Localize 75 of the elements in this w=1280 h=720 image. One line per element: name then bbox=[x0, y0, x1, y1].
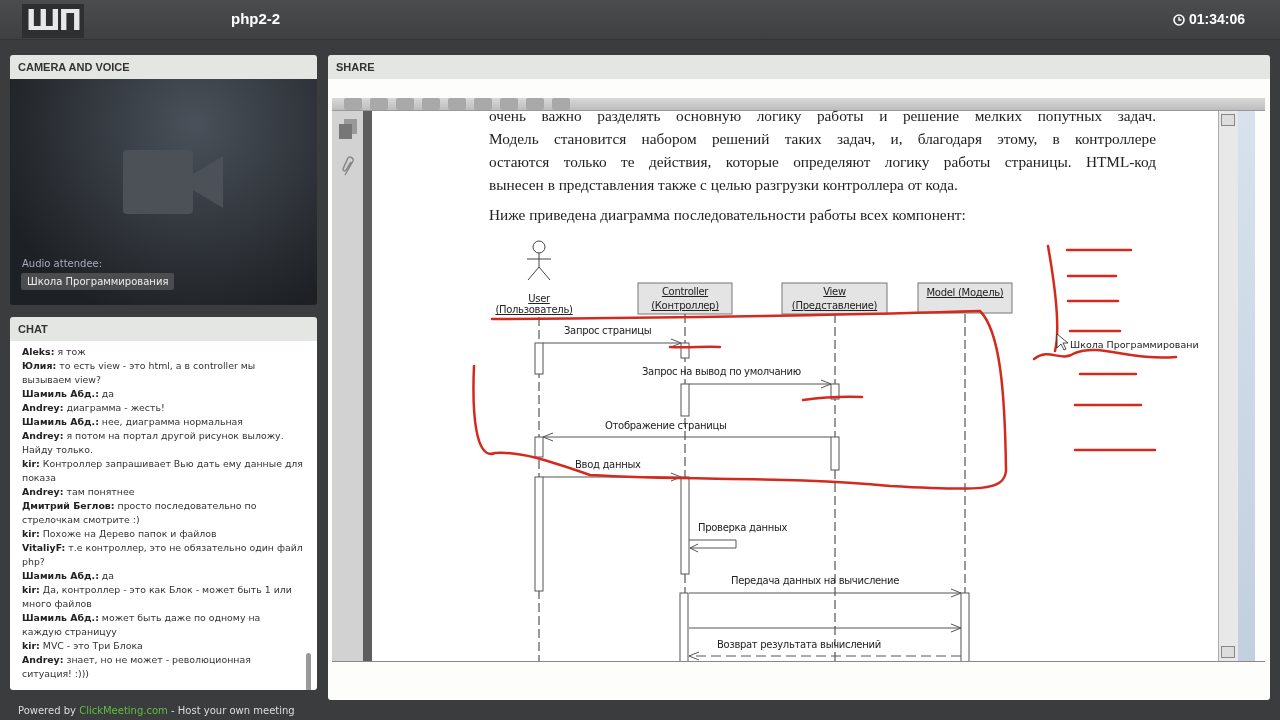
intro-text: Ниже приведена диаграмма последовательности работы всех компонент: bbox=[489, 205, 967, 225]
paragraph-line: Модель становится набором решений таких задач, и, благодаря этому, в контроллере bbox=[489, 129, 1156, 149]
actor-figure bbox=[526, 240, 552, 281]
message-label: Передача данных на вычисление bbox=[731, 575, 900, 586]
chat-message: Andrey: там понятнее bbox=[22, 485, 136, 499]
footer-text: Powered by bbox=[18, 705, 76, 716]
activation-bar bbox=[830, 383, 840, 400]
audio-label: Audio attendee: bbox=[22, 257, 103, 271]
cursor-label: Школа Программировани bbox=[1070, 339, 1199, 350]
participant-label: (Пользователь) bbox=[495, 304, 573, 315]
participant-label: User bbox=[528, 293, 550, 304]
camera-icon bbox=[123, 150, 223, 214]
message-label: Запрос страницы bbox=[564, 325, 652, 336]
scroll-down-button[interactable] bbox=[1221, 646, 1235, 658]
participant-label: View bbox=[823, 286, 846, 297]
message-label: Проверка данных bbox=[698, 522, 788, 533]
chat-message: kir: MVC - это Три Блока bbox=[22, 639, 144, 653]
message-label: Ввод данных bbox=[575, 459, 641, 470]
message-label: Возврат результата вычислений bbox=[717, 639, 881, 650]
participant-label: Model (Модель) bbox=[926, 287, 1004, 298]
toolbar-icon[interactable] bbox=[448, 98, 466, 110]
message-arrow bbox=[688, 539, 737, 553]
chat-message: Andrey: знает, но не может - революционная ситуация! :))) bbox=[22, 653, 252, 681]
meeting-title: php2-2 bbox=[231, 9, 281, 30]
toolbar-icon[interactable] bbox=[422, 98, 440, 110]
toolbar-icon[interactable] bbox=[344, 98, 362, 110]
toolbar-icon[interactable] bbox=[552, 98, 570, 110]
paragraph-line: остаются только те действия, которые определяют логику работы страницы. HTML-код bbox=[489, 152, 1156, 172]
paragraph-line: вынесен в представления также с целью разгрузки контроллера от кода. bbox=[489, 175, 959, 195]
logo: ШП bbox=[22, 3, 85, 38]
attendee-name: Школа Программирования bbox=[21, 273, 175, 290]
ink-stroke bbox=[1066, 274, 1118, 278]
ink-stroke bbox=[1065, 248, 1133, 252]
panel-title: CAMERA AND VOICE bbox=[10, 55, 317, 79]
ink-stroke bbox=[1068, 329, 1122, 333]
footer-link[interactable]: ClickMeeting.com bbox=[79, 705, 168, 716]
chat-message: Шамиль Абд.: может быть даже по одному на каждую страницуу bbox=[22, 611, 262, 639]
chat-message: Шамиль Абд.: да bbox=[22, 569, 116, 583]
activation-bar bbox=[534, 342, 544, 375]
toolbar-icon[interactable] bbox=[474, 98, 492, 110]
message-label: Отображение страницы bbox=[605, 420, 727, 431]
message-label: Запрос на вывод по умолчанию bbox=[642, 366, 801, 377]
activation-bar bbox=[534, 436, 544, 458]
footer-text: - Host your own meeting bbox=[171, 705, 295, 716]
toolbar-icon[interactable] bbox=[526, 98, 544, 110]
panel-title: CHAT bbox=[10, 317, 317, 341]
ink-stroke bbox=[1066, 299, 1120, 303]
chat-message: Шамиль Абд.: да bbox=[22, 387, 116, 401]
chat-message: Дмитрий Беглов: просто последовательно по стрелочкам смотрите :) bbox=[22, 499, 258, 527]
activation-bar bbox=[680, 383, 690, 417]
toolbar-icon[interactable] bbox=[500, 98, 518, 110]
chat-message: Юлия: то есть view - это html, а в controller мы вызываем view? bbox=[22, 359, 257, 387]
chat-message: VitaliyF: т.е контроллер, это не обязательно один файл php? bbox=[22, 541, 303, 569]
chat-message: Andrey: я потом на портал другой рисунок выложу. Найду только. bbox=[22, 429, 285, 457]
ink-stroke bbox=[1073, 403, 1143, 407]
participant-label: Controller bbox=[661, 286, 709, 297]
activation-bar bbox=[830, 436, 840, 471]
scroll-up-button[interactable] bbox=[1221, 114, 1235, 126]
chat-message: Шамиль Абд.: нее, диаграмма нормальная bbox=[22, 415, 244, 429]
clock-icon bbox=[1172, 13, 1185, 26]
scrollbar[interactable] bbox=[1218, 111, 1238, 661]
activation-bar bbox=[680, 342, 690, 359]
pages-icon bbox=[338, 119, 357, 139]
participant-label: (Контроллер) bbox=[651, 300, 719, 311]
panel-title: SHARE bbox=[328, 55, 1270, 79]
toolbar-icon[interactable] bbox=[396, 98, 414, 110]
elapsed-time: 01:34:06 bbox=[1188, 10, 1245, 29]
chat-message: kir: Похоже на Дерево папок и файлов bbox=[22, 527, 218, 541]
paperclip-icon bbox=[340, 155, 355, 177]
participant-label: (Представление) bbox=[791, 300, 878, 311]
chat-message: Aleks: я тож bbox=[22, 345, 87, 359]
toolbar-icon[interactable] bbox=[370, 98, 388, 110]
chat-message: Andrey: диаграмма - жесть! bbox=[22, 401, 166, 415]
ink-stroke bbox=[1078, 372, 1138, 376]
cursor-icon bbox=[1056, 333, 1069, 351]
